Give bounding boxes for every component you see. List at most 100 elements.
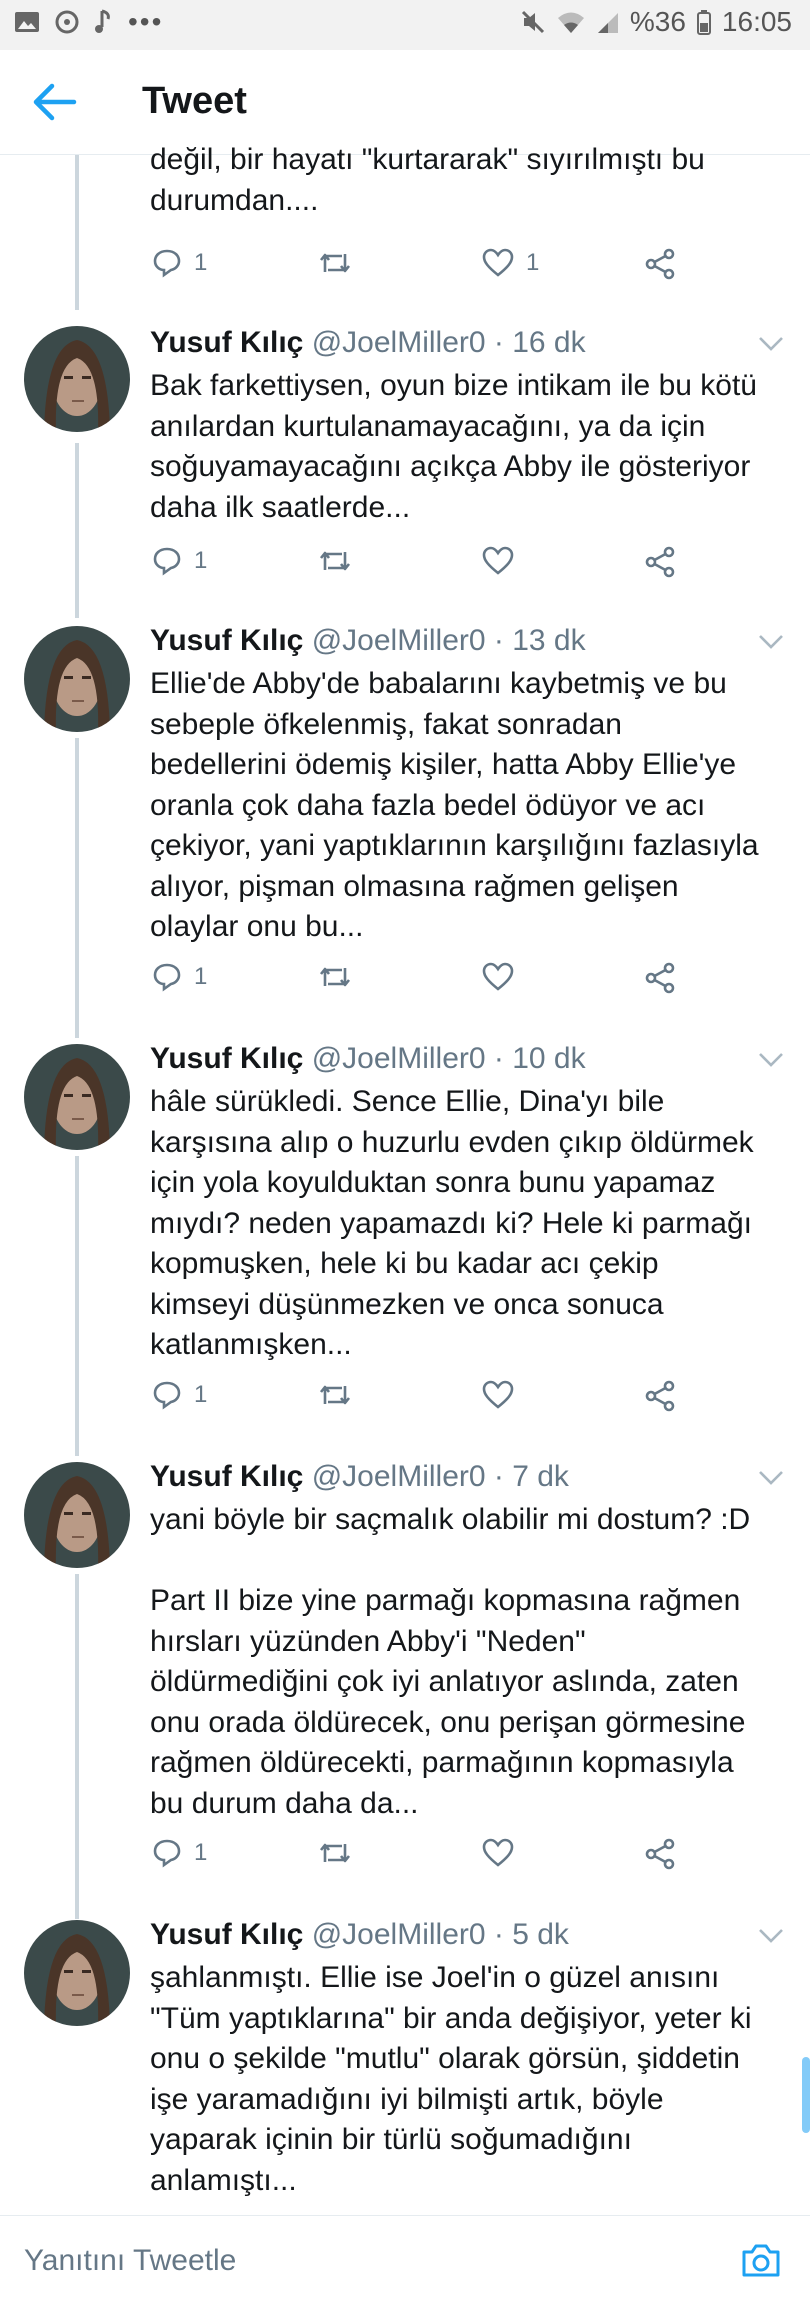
reply-bar[interactable]: Yanıtını Tweetle	[0, 2215, 810, 2314]
tweet-time: · 5 dk	[493, 1918, 569, 1951]
like-button[interactable]	[482, 962, 514, 992]
reply-icon	[153, 1839, 181, 1868]
retweet-button[interactable]	[318, 962, 352, 992]
heart-icon	[482, 546, 514, 575]
mute-icon	[521, 10, 544, 34]
tweet-time: · 16 dk	[493, 326, 586, 359]
retweet-button[interactable]	[318, 1380, 352, 1410]
reply-icon	[153, 1381, 181, 1410]
sync-icon	[55, 10, 79, 34]
wifi-icon	[557, 12, 584, 33]
author-handle[interactable]: @JoelMiller0	[312, 1042, 486, 1075]
reply-input[interactable]: Yanıtını Tweetle	[24, 2244, 236, 2278]
gallery-icon	[15, 12, 39, 32]
reply-count: 1	[194, 249, 208, 276]
share-button[interactable]	[644, 546, 676, 578]
like-count: 1	[526, 249, 540, 276]
share-button[interactable]	[644, 1380, 676, 1412]
author-handle[interactable]: @JoelMiller0	[312, 1460, 486, 1493]
thread-line	[75, 738, 79, 1038]
tweet-text: Ellie'de Abby'de babalarını kaybetmiş ve…	[150, 667, 759, 943]
thread-line	[75, 443, 79, 618]
chevron-down-icon[interactable]	[758, 1470, 784, 1486]
share-button[interactable]	[644, 962, 676, 994]
reply-icon	[153, 249, 181, 278]
reply-count: 1	[194, 1381, 208, 1408]
avatar[interactable]	[24, 1462, 130, 1568]
heart-icon	[482, 248, 514, 277]
tweet-header: Yusuf Kılıç @JoelMiller0 · 5 dk	[150, 1918, 569, 1952]
thread-line	[75, 1156, 79, 1456]
scrollbar-thumb[interactable]	[802, 2057, 810, 2133]
more-notifications-icon: •••	[128, 6, 164, 37]
like-button[interactable]: 1	[482, 248, 539, 278]
tweet-header: Yusuf Kılıç @JoelMiller0 · 16 dk	[150, 326, 586, 360]
reply-button[interactable]: 1	[152, 1838, 207, 1868]
chevron-down-icon[interactable]	[758, 634, 784, 650]
author-name[interactable]: Yusuf Kılıç	[150, 1042, 303, 1075]
retweet-icon	[319, 551, 351, 571]
retweet-button[interactable]	[318, 546, 352, 576]
tweet-text: yani böyle bir saçmalık olabilir mi dost…	[150, 1503, 751, 1820]
heart-icon	[482, 1380, 514, 1409]
music-note-icon	[95, 9, 110, 33]
tweet-text: değil, bir hayatı "kurtararak" sıyırılmı…	[150, 143, 705, 217]
tweet-text: şahlanmıştı. Ellie ise Joel'in o güzel a…	[150, 1961, 752, 2197]
tweet-header: Yusuf Kılıç @JoelMiller0 · 10 dk	[150, 1042, 586, 1076]
retweet-button[interactable]	[318, 248, 352, 278]
tweet-time: · 13 dk	[493, 624, 586, 657]
share-icon	[645, 962, 675, 994]
share-button[interactable]	[644, 1838, 676, 1870]
author-name[interactable]: Yusuf Kılıç	[150, 624, 303, 657]
retweet-icon	[319, 1843, 351, 1863]
tweet-header: Yusuf Kılıç @JoelMiller0 · 13 dk	[150, 624, 586, 658]
tweet-actions: 1	[150, 1838, 710, 1878]
tweet-actions: 1	[150, 1380, 710, 1420]
clock: 16:05	[721, 6, 792, 37]
share-icon	[645, 248, 675, 280]
status-bar: ••• %36 16:05	[0, 0, 810, 50]
retweet-icon	[319, 1385, 351, 1405]
tweet-time: · 7 dk	[493, 1460, 569, 1493]
share-button[interactable]	[644, 248, 676, 280]
reply-icon	[153, 963, 181, 992]
chevron-down-icon[interactable]	[758, 1052, 784, 1068]
retweet-icon	[319, 253, 351, 273]
retweet-button[interactable]	[318, 1838, 352, 1868]
signal-icon	[597, 13, 618, 33]
author-handle[interactable]: @JoelMiller0	[312, 1918, 486, 1951]
heart-icon	[482, 962, 514, 991]
share-icon	[645, 546, 675, 578]
reply-button[interactable]: 1	[152, 546, 207, 576]
tweet-actions: 1	[150, 962, 710, 1002]
reply-count: 1	[194, 547, 208, 574]
author-name[interactable]: Yusuf Kılıç	[150, 1460, 303, 1493]
chevron-down-icon[interactable]	[758, 1928, 784, 1944]
avatar[interactable]	[24, 1920, 130, 2026]
tweet-text: hâle sürükledi. Sence Ellie, Dina'yı bil…	[150, 1085, 754, 1361]
tweet-text: Bak farkettiysen, oyun bize intikam ile …	[150, 369, 757, 524]
page-title: Tweet	[142, 80, 247, 122]
author-name[interactable]: Yusuf Kılıç	[150, 1918, 303, 1951]
author-name[interactable]: Yusuf Kılıç	[150, 326, 303, 359]
reply-icon	[153, 547, 181, 576]
author-handle[interactable]: @JoelMiller0	[312, 326, 486, 359]
back-arrow-icon[interactable]	[30, 80, 78, 124]
share-icon	[645, 1380, 675, 1412]
like-button[interactable]	[482, 1380, 514, 1410]
chevron-down-icon[interactable]	[758, 336, 784, 352]
avatar[interactable]	[24, 626, 130, 732]
like-button[interactable]	[482, 1838, 514, 1868]
heart-icon	[482, 1838, 514, 1867]
camera-icon[interactable]	[740, 2240, 782, 2280]
like-button[interactable]	[482, 546, 514, 576]
reply-button[interactable]: 1	[152, 1380, 207, 1410]
avatar[interactable]	[24, 1044, 130, 1150]
battery-percent: %36	[629, 6, 686, 37]
tweet-actions: 1	[150, 546, 710, 586]
retweet-icon	[319, 967, 351, 987]
reply-button[interactable]: 1	[152, 962, 207, 992]
avatar[interactable]	[24, 326, 130, 432]
author-handle[interactable]: @JoelMiller0	[312, 624, 486, 657]
reply-button[interactable]: 1	[152, 248, 207, 278]
